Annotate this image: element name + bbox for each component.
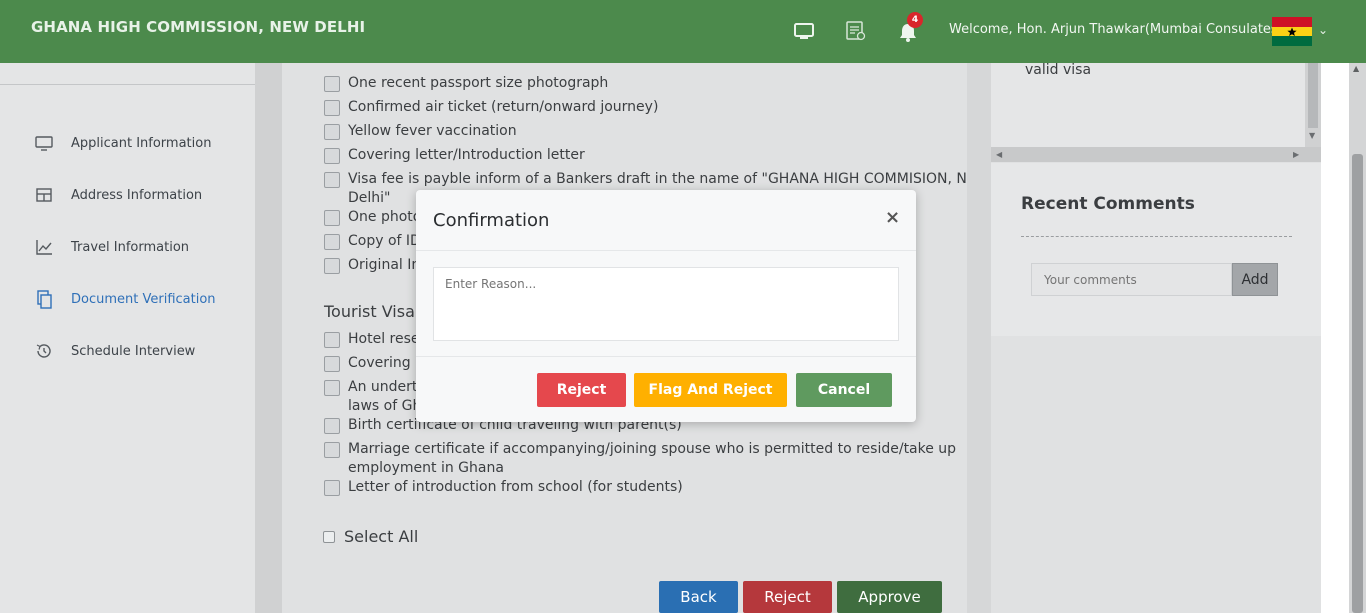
modal-title: Confirmation: [433, 210, 550, 231]
reason-input[interactable]: [433, 267, 899, 341]
flag-and-reject-button[interactable]: Flag And Reject: [634, 373, 787, 407]
top-header: GHANA HIGH COMMISSION, NEW DELHI 4 Welco…: [0, 0, 1366, 63]
divider: [416, 250, 916, 251]
ghana-flag-icon[interactable]: [1272, 17, 1312, 46]
document-settings-icon[interactable]: [845, 20, 867, 42]
chevron-down-icon[interactable]: ⌄: [1318, 23, 1328, 37]
divider: [416, 356, 916, 357]
confirmation-modal: Confirmation × Reject Flag And Reject Ca…: [416, 190, 916, 422]
cancel-button[interactable]: Cancel: [796, 373, 892, 407]
modal-reject-button[interactable]: Reject: [537, 373, 626, 407]
notification-badge: 4: [907, 12, 923, 28]
app-title: GHANA HIGH COMMISSION, NEW DELHI: [31, 18, 366, 36]
close-icon[interactable]: ×: [885, 207, 900, 228]
welcome-text: Welcome, Hon. Arjun Thawkar(Mumbai Consu…: [949, 22, 1283, 37]
monitor-icon[interactable]: [793, 20, 815, 42]
